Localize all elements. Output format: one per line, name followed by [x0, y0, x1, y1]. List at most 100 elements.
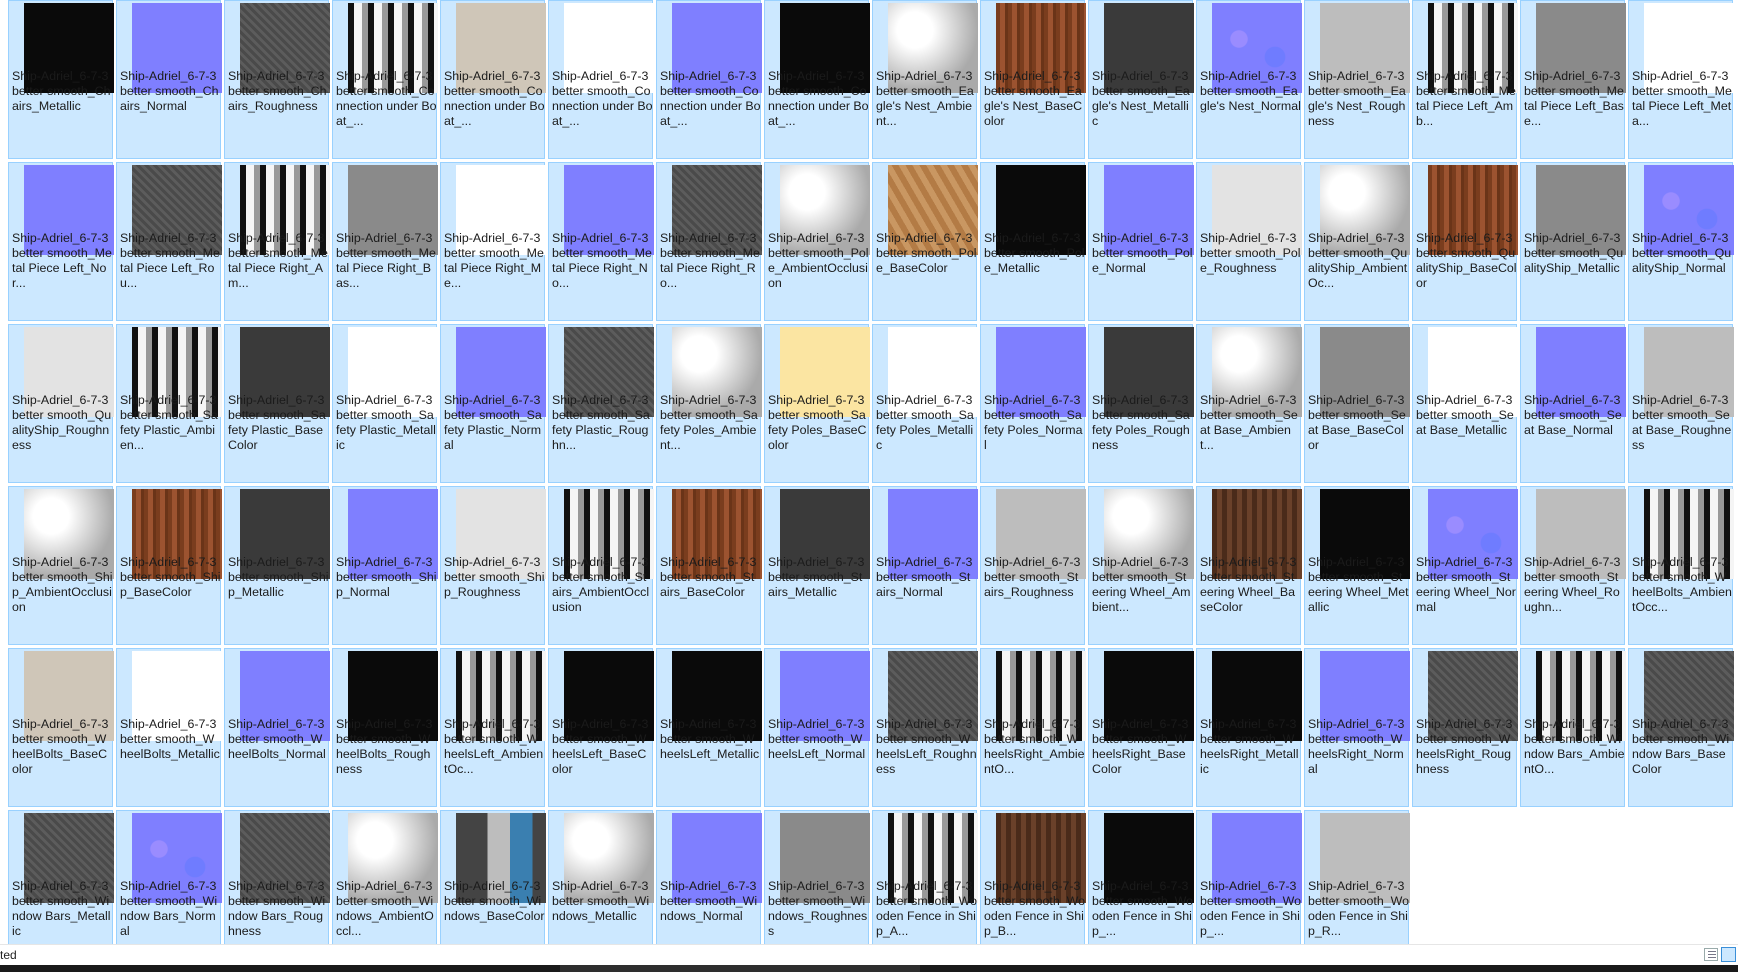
large-icons-view-icon[interactable]: [1721, 947, 1736, 962]
file-name-label: Ship-Adriel_6-7-3 better smooth_Window B…: [228, 879, 326, 938]
file-tile[interactable]: Ship-Adriel_6-7-3 better smooth_Metal Pi…: [548, 162, 654, 321]
file-tile[interactable]: Ship-Adriel_6-7-3 better smooth_WheelsLe…: [764, 648, 870, 807]
file-tile[interactable]: Ship-Adriel_6-7-3 better smooth_WheelsRi…: [1088, 648, 1194, 807]
file-tile[interactable]: Ship-Adriel_6-7-3 better smooth_Pole_Rou…: [1196, 162, 1302, 321]
file-tile[interactable]: Ship-Adriel_6-7-3 better smooth_Eagle's …: [1304, 0, 1410, 159]
file-tile[interactable]: Ship-Adriel_6-7-3 better smooth_Seat Bas…: [1196, 324, 1302, 483]
file-name-label: Ship-Adriel_6-7-3 better smooth_Connecti…: [336, 69, 437, 128]
file-name-label: Ship-Adriel_6-7-3 better smooth_Chairs_M…: [12, 69, 111, 113]
file-name-label: Ship-Adriel_6-7-3 better smooth_Metal Pi…: [444, 231, 544, 290]
file-tile[interactable]: Ship-Adriel_6-7-3 better smooth_Steering…: [1196, 486, 1302, 645]
file-tile[interactable]: Ship-Adriel_6-7-3 better smooth_Window B…: [1520, 648, 1626, 807]
file-tile[interactable]: Ship-Adriel_6-7-3 better smooth_Safety P…: [116, 324, 222, 483]
file-tile[interactable]: Ship-Adriel_6-7-3 better smooth_QualityS…: [1304, 162, 1410, 321]
file-tile[interactable]: Ship-Adriel_6-7-3 better smooth_Safety P…: [224, 324, 330, 483]
file-tile[interactable]: Ship-Adriel_6-7-3 better smooth_Metal Pi…: [332, 162, 438, 321]
file-tile[interactable]: Ship-Adriel_6-7-3 better smooth_Connecti…: [332, 0, 438, 159]
file-tile[interactable]: Ship-Adriel_6-7-3 better smooth_Eagle's …: [872, 0, 978, 159]
file-name-label: Ship-Adriel_6-7-3 better smooth_Chairs_R…: [228, 69, 327, 113]
file-tile[interactable]: Ship-Adriel_6-7-3 better smooth_Steering…: [1088, 486, 1194, 645]
file-name-label: Ship-Adriel_6-7-3 better smooth_Ship_Amb…: [12, 555, 113, 614]
file-tile[interactable]: Ship-Adriel_6-7-3 better smooth_Safety P…: [332, 324, 438, 483]
file-tile[interactable]: Ship-Adriel_6-7-3 better smooth_Safety P…: [440, 324, 546, 483]
file-tile[interactable]: Ship-Adriel_6-7-3 better smooth_Safety P…: [872, 324, 978, 483]
file-tile[interactable]: Ship-Adriel_6-7-3 better smooth_Connecti…: [656, 0, 762, 159]
file-tile[interactable]: Ship-Adriel_6-7-3 better smooth_Ship_Amb…: [8, 486, 114, 645]
file-tile[interactable]: Ship-Adriel_6-7-3 better smooth_WheelBol…: [8, 648, 114, 807]
file-tile[interactable]: Ship-Adriel_6-7-3 better smooth_WheelsRi…: [980, 648, 1086, 807]
file-tile[interactable]: Ship-Adriel_6-7-3 better smooth_Seat Bas…: [1304, 324, 1410, 483]
file-name-label: Ship-Adriel_6-7-3 better smooth_QualityS…: [12, 393, 112, 452]
file-name-label: Ship-Adriel_6-7-3 better smooth_WheelsLe…: [552, 717, 649, 776]
file-tile[interactable]: Ship-Adriel_6-7-3 better smooth_Metal Pi…: [116, 162, 222, 321]
file-tile[interactable]: Ship-Adriel_6-7-3 better smooth_QualityS…: [1628, 162, 1734, 321]
file-tile[interactable]: Ship-Adriel_6-7-3 better smooth_Seat Bas…: [1628, 324, 1734, 483]
file-tile[interactable]: Ship-Adriel_6-7-3 better smooth_Safety P…: [980, 324, 1086, 483]
file-tile[interactable]: Ship-Adriel_6-7-3 better smooth_Ship_Bas…: [116, 486, 222, 645]
file-tile[interactable]: Ship-Adriel_6-7-3 better smooth_Chairs_N…: [116, 0, 222, 159]
file-tile[interactable]: Ship-Adriel_6-7-3 better smooth_WheelBol…: [116, 648, 222, 807]
status-text: ted: [0, 948, 17, 962]
file-tile[interactable]: Ship-Adriel_6-7-3 better smooth_Metal Pi…: [440, 162, 546, 321]
file-tile[interactable]: Ship-Adriel_6-7-3 better smooth_Ship_Nor…: [332, 486, 438, 645]
file-name-label: Ship-Adriel_6-7-3 better smooth_Window B…: [120, 879, 218, 938]
details-view-icon[interactable]: [1704, 948, 1718, 961]
file-tile[interactable]: Ship-Adriel_6-7-3 better smooth_Stairs_B…: [656, 486, 762, 645]
file-tile[interactable]: Ship-Adriel_6-7-3 better smooth_Ship_Rou…: [440, 486, 546, 645]
file-tile[interactable]: Ship-Adriel_6-7-3 better smooth_Stairs_M…: [764, 486, 870, 645]
file-name-label: Ship-Adriel_6-7-3 better smooth_WheelsRi…: [1200, 717, 1299, 776]
file-tile[interactable]: Ship-Adriel_6-7-3 better smooth_Steering…: [1412, 486, 1518, 645]
file-tile[interactable]: Ship-Adriel_6-7-3 better smooth_Safety P…: [656, 324, 762, 483]
file-tile[interactable]: Ship-Adriel_6-7-3 better smooth_WheelsLe…: [656, 648, 762, 807]
file-tile[interactable]: Ship-Adriel_6-7-3 better smooth_WheelBol…: [224, 648, 330, 807]
file-name-label: Ship-Adriel_6-7-3 better smooth_WheelsLe…: [768, 717, 866, 761]
file-tile[interactable]: Ship-Adriel_6-7-3 better smooth_WheelsRi…: [1196, 648, 1302, 807]
file-tile[interactable]: Ship-Adriel_6-7-3 better smooth_WheelsRi…: [1412, 648, 1518, 807]
file-tile[interactable]: Ship-Adriel_6-7-3 better smooth_Seat Bas…: [1412, 324, 1518, 483]
file-name-label: Ship-Adriel_6-7-3 better smooth_Steering…: [1092, 555, 1191, 614]
file-name-label: Ship-Adriel_6-7-3 better smooth_Safety P…: [768, 393, 867, 452]
file-tile[interactable]: Ship-Adriel_6-7-3 better smooth_Stairs_N…: [872, 486, 978, 645]
file-tile[interactable]: Ship-Adriel_6-7-3 better smooth_Stairs_A…: [548, 486, 654, 645]
file-tile[interactable]: Ship-Adriel_6-7-3 better smooth_WheelsLe…: [548, 648, 654, 807]
file-tile[interactable]: Ship-Adriel_6-7-3 better smooth_Seat Bas…: [1520, 324, 1626, 483]
file-tile[interactable]: Ship-Adriel_6-7-3 better smooth_QualityS…: [8, 324, 114, 483]
file-tile[interactable]: Ship-Adriel_6-7-3 better smooth_Pole_Nor…: [1088, 162, 1194, 321]
file-tile[interactable]: Ship-Adriel_6-7-3 better smooth_Chairs_M…: [8, 0, 114, 159]
file-tile[interactable]: Ship-Adriel_6-7-3 better smooth_Safety P…: [548, 324, 654, 483]
file-tile[interactable]: Ship-Adriel_6-7-3 better smooth_Window B…: [1628, 648, 1734, 807]
file-tile[interactable]: Ship-Adriel_6-7-3 better smooth_Eagle's …: [980, 0, 1086, 159]
file-name-label: Ship-Adriel_6-7-3 better smooth_Pole_Met…: [984, 231, 1085, 275]
file-tile[interactable]: Ship-Adriel_6-7-3 better smooth_Eagle's …: [1196, 0, 1302, 159]
file-tile[interactable]: Ship-Adriel_6-7-3 better smooth_Pole_Bas…: [872, 162, 978, 321]
file-tile[interactable]: Ship-Adriel_6-7-3 better smooth_Connecti…: [440, 0, 546, 159]
file-tile[interactable]: Ship-Adriel_6-7-3 better smooth_QualityS…: [1520, 162, 1626, 321]
file-tile[interactable]: Ship-Adriel_6-7-3 better smooth_Connecti…: [764, 0, 870, 159]
file-tile[interactable]: Ship-Adriel_6-7-3 better smooth_Stairs_R…: [980, 486, 1086, 645]
file-tile[interactable]: Ship-Adriel_6-7-3 better smooth_Steering…: [1520, 486, 1626, 645]
file-tile[interactable]: Ship-Adriel_6-7-3 better smooth_Eagle's …: [1088, 0, 1194, 159]
file-tile[interactable]: Ship-Adriel_6-7-3 better smooth_WheelsLe…: [440, 648, 546, 807]
file-tile[interactable]: Ship-Adriel_6-7-3 better smooth_Metal Pi…: [1628, 0, 1734, 159]
file-tile[interactable]: Ship-Adriel_6-7-3 better smooth_Safety P…: [764, 324, 870, 483]
file-name-label: Ship-Adriel_6-7-3 better smooth_Metal Pi…: [1416, 69, 1516, 128]
file-tile[interactable]: Ship-Adriel_6-7-3 better smooth_Metal Pi…: [8, 162, 114, 321]
file-tile[interactable]: Ship-Adriel_6-7-3 better smooth_WheelBol…: [332, 648, 438, 807]
file-tile[interactable]: Ship-Adriel_6-7-3 better smooth_Metal Pi…: [224, 162, 330, 321]
file-tile[interactable]: Ship-Adriel_6-7-3 better smooth_Connecti…: [548, 0, 654, 159]
file-tile[interactable]: Ship-Adriel_6-7-3 better smooth_WheelBol…: [1628, 486, 1734, 645]
file-tile[interactable]: Ship-Adriel_6-7-3 better smooth_Metal Pi…: [656, 162, 762, 321]
file-name-label: Ship-Adriel_6-7-3 better smooth_Stairs_R…: [984, 555, 1081, 599]
file-tile[interactable]: Ship-Adriel_6-7-3 better smooth_Pole_Amb…: [764, 162, 870, 321]
file-tile[interactable]: Ship-Adriel_6-7-3 better smooth_WheelsLe…: [872, 648, 978, 807]
file-tile[interactable]: Ship-Adriel_6-7-3 better smooth_Steering…: [1304, 486, 1410, 645]
file-tile[interactable]: Ship-Adriel_6-7-3 better smooth_Ship_Met…: [224, 486, 330, 645]
file-tile[interactable]: Ship-Adriel_6-7-3 better smooth_Metal Pi…: [1520, 0, 1626, 159]
file-tile[interactable]: Ship-Adriel_6-7-3 better smooth_WheelsRi…: [1304, 648, 1410, 807]
file-tile[interactable]: Ship-Adriel_6-7-3 better smooth_Chairs_R…: [224, 0, 330, 159]
file-tile[interactable]: Ship-Adriel_6-7-3 better smooth_QualityS…: [1412, 162, 1518, 321]
file-tile[interactable]: Ship-Adriel_6-7-3 better smooth_Safety P…: [1088, 324, 1194, 483]
file-tile[interactable]: Ship-Adriel_6-7-3 better smooth_Pole_Met…: [980, 162, 1086, 321]
file-tile[interactable]: Ship-Adriel_6-7-3 better smooth_Metal Pi…: [1412, 0, 1518, 159]
file-name-label: Ship-Adriel_6-7-3 better smooth_Chairs_N…: [120, 69, 219, 113]
